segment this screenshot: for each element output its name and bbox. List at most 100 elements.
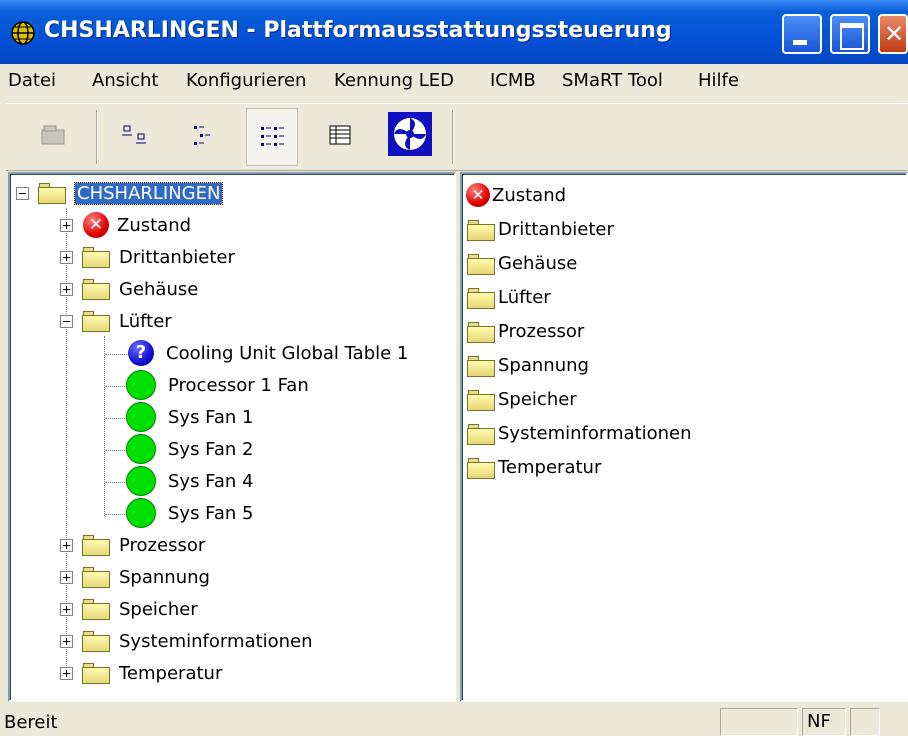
tree-item-label: Sys Fan 1 [168,406,254,428]
toolbar [6,103,908,171]
folder-icon [81,534,111,556]
menu-konfigurieren[interactable]: Konfigurieren [186,70,306,91]
status-bar: Bereit NF [0,704,908,736]
tree-item-label: Sys Fan 4 [168,470,254,492]
tree-item-label: Gehäuse [119,278,199,300]
tree-item-sys-fan-1[interactable]: Sys Fan 1 [126,402,254,432]
tree-item-systeminformationen[interactable]: Systeminformationen [60,626,313,656]
expand-icon[interactable] [60,666,73,680]
expand-icon[interactable] [60,602,73,616]
tree-item-sys-fan-2[interactable]: Sys Fan 2 [126,434,254,464]
tree-line [105,386,127,387]
details-view-button[interactable] [314,108,366,166]
tree-item-label: Lüfter [119,310,172,332]
list-item-gehaeuse[interactable]: Gehäuse [466,248,577,278]
menu-icmb[interactable]: ICMB [490,70,536,91]
tree-item-label: Sys Fan 5 [168,502,254,524]
list-item-zustand[interactable]: ✕ Zustand [466,180,566,210]
list-item-prozessor[interactable]: Prozessor [466,316,584,346]
list-item-drittanbieter[interactable]: Drittanbieter [466,214,614,244]
folder-icon [466,321,496,343]
folder-icon [81,310,111,332]
fan-icon [388,112,432,156]
tree-item-spannung[interactable]: Spannung [60,562,210,592]
list-item-speicher[interactable]: Speicher [466,384,577,414]
minimize-button[interactable] [782,14,822,54]
menu-kennung-led[interactable]: Kennung LED [334,70,454,91]
list-item-temperatur[interactable]: Temperatur [466,452,601,482]
menu-bar: Datei Ansicht Konfigurieren Kennung LED … [0,64,908,100]
expand-icon[interactable] [60,538,73,552]
tree-item-label: Systeminformationen [119,630,313,652]
list-item-label: Lüfter [498,286,551,308]
tree-item-gehaeuse[interactable]: Gehäuse [60,274,198,304]
menu-smart-tool[interactable]: SMaRT Tool [562,70,663,91]
status-text: Bereit [4,712,58,733]
status-panel [850,708,880,736]
tree-line [105,354,127,355]
tree-root[interactable]: CHSHARLINGEN [16,178,224,208]
collapse-icon[interactable] [60,314,73,328]
folder-open-icon [37,182,67,204]
tree-item-label: Processor 1 Fan [168,374,309,396]
list-item-label: Gehäuse [498,252,578,274]
menu-ansicht[interactable]: Ansicht [92,70,158,91]
small-icons-view-button[interactable] [176,108,228,166]
list-item-label: Spannung [498,354,589,376]
expand-icon[interactable] [60,250,73,264]
open-button[interactable] [26,108,78,166]
folder-icon [466,457,496,479]
list-item-label: Drittanbieter [498,218,614,240]
folder-icon [466,219,496,241]
tree-item-label: Spannung [119,566,210,588]
title-bar[interactable]: CHSHARLINGEN - Plattformausstattungssteu… [0,0,908,64]
expand-icon[interactable] [60,218,73,232]
ok-status-icon [126,466,156,496]
large-icons-view-icon [122,125,146,144]
maximize-button[interactable] [830,14,870,54]
large-icons-view-button[interactable] [110,108,162,166]
list-item-luefter[interactable]: Lüfter [466,282,551,312]
expand-icon[interactable] [60,570,73,584]
tree-item-processor-fan[interactable]: Processor 1 Fan [126,370,309,400]
tree-item-temperatur[interactable]: Temperatur [60,658,222,688]
small-icons-view-icon [194,126,210,145]
tree-item-luefter[interactable]: Lüfter [60,306,172,336]
folder-icon [81,662,111,684]
list-item-label: Speicher [498,388,577,410]
folder-icon [81,630,111,652]
menu-datei[interactable]: Datei [8,70,56,91]
tree-item-drittanbieter[interactable]: Drittanbieter [60,242,235,272]
tree-root-label: CHSHARLINGEN [73,181,224,205]
folder-icon [81,566,111,588]
error-icon: ✕ [466,183,490,207]
close-button[interactable] [878,14,908,54]
tree-item-speicher[interactable]: Speicher [60,594,198,624]
list-item-systeminformationen[interactable]: Systeminformationen [466,418,692,448]
folder-icon [466,253,496,275]
list-item-spannung[interactable]: Spannung [466,350,589,380]
folder-icon [466,355,496,377]
tree-item-sys-fan-5[interactable]: Sys Fan 5 [126,498,254,528]
toolbar-separator [96,110,98,164]
tree-item-zustand[interactable]: ✕ Zustand [60,210,191,240]
list-view[interactable]: ✕ Zustand Drittanbieter Gehäuse Lüfter P… [460,172,908,702]
tree-item-label: Speicher [119,598,198,620]
tree-item-prozessor[interactable]: Prozessor [60,530,205,560]
expand-icon[interactable] [60,634,73,648]
collapse-icon[interactable] [16,186,29,200]
list-view-icon [261,127,284,146]
error-icon: ✕ [83,212,109,238]
list-view-button[interactable] [246,108,298,166]
tree-view[interactable]: CHSHARLINGEN ✕ Zustand Drittanbieter Geh… [8,172,456,702]
expand-icon[interactable] [60,282,73,296]
tree-item-label: Cooling Unit Global Table 1 [166,342,409,364]
fan-button[interactable] [384,108,436,166]
ok-status-icon [126,498,156,528]
list-item-label: Temperatur [498,456,602,478]
tree-item-sys-fan-4[interactable]: Sys Fan 4 [126,466,254,496]
menu-hilfe[interactable]: Hilfe [698,70,739,91]
list-item-label: Prozessor [498,320,585,342]
tree-item-cooling-unit[interactable]: ? Cooling Unit Global Table 1 [128,338,408,368]
tree-line [104,336,105,516]
